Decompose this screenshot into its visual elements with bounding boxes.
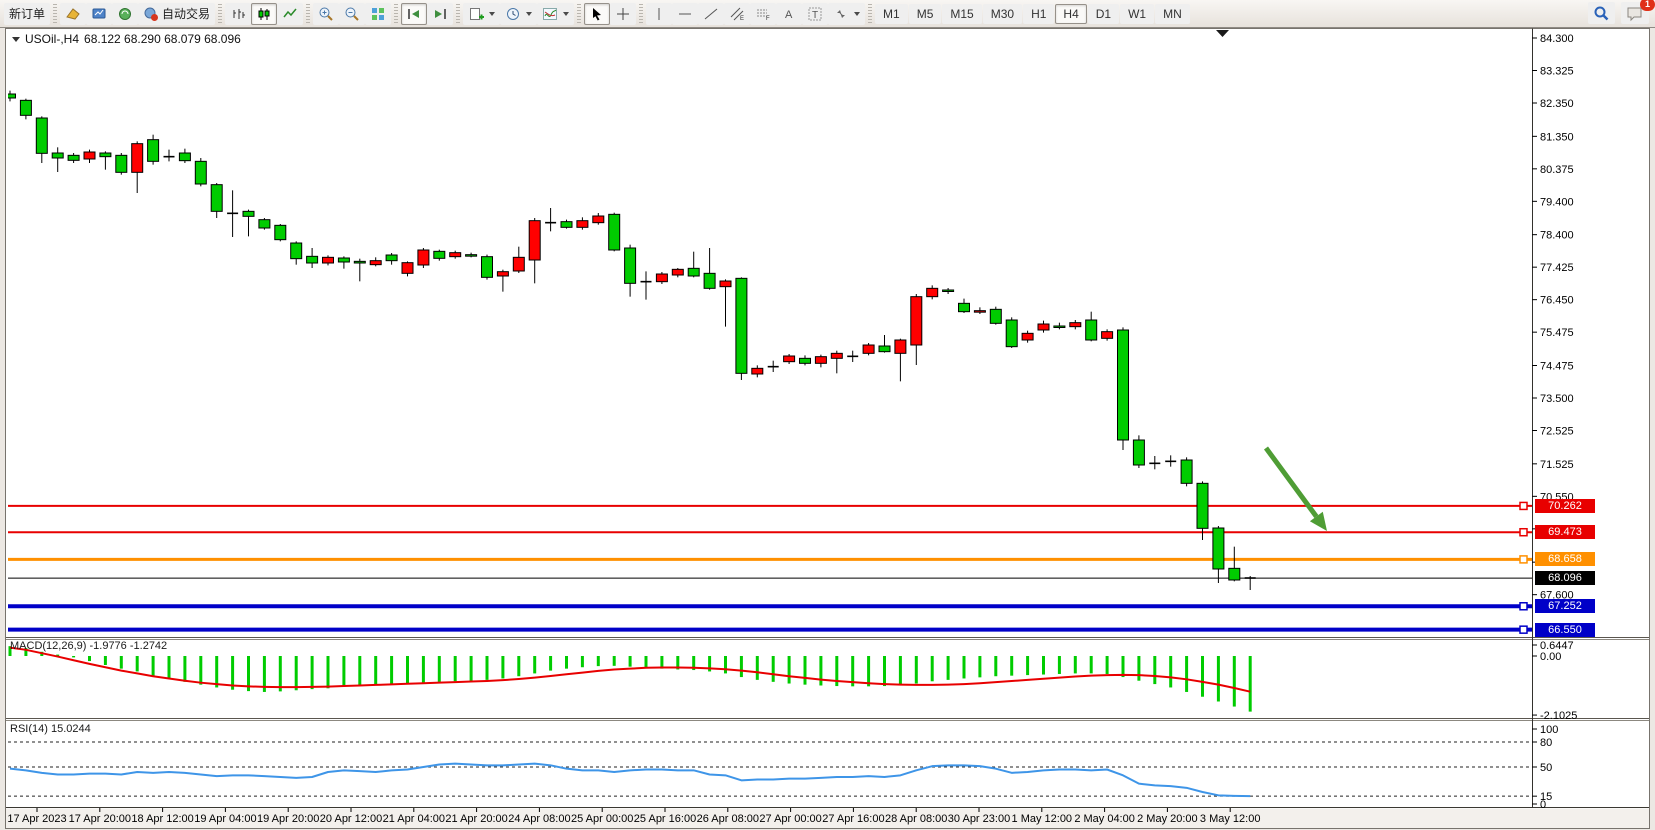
hline-handle[interactable] (1520, 529, 1527, 536)
hline-handle[interactable] (1520, 502, 1527, 509)
time-scale[interactable] (0, 808, 1533, 830)
symbol-dropdown-icon[interactable] (12, 37, 20, 42)
hline-handle[interactable] (1520, 556, 1527, 563)
hline-handle[interactable] (1520, 603, 1527, 610)
hline-handle[interactable] (1520, 626, 1527, 633)
price-scale[interactable] (1533, 28, 1655, 808)
mt4-window: 新订单 自动交易 (0, 0, 1655, 830)
price-chart[interactable]: 84.30083.32582.35081.35080.37579.40078.4… (0, 0, 1655, 830)
